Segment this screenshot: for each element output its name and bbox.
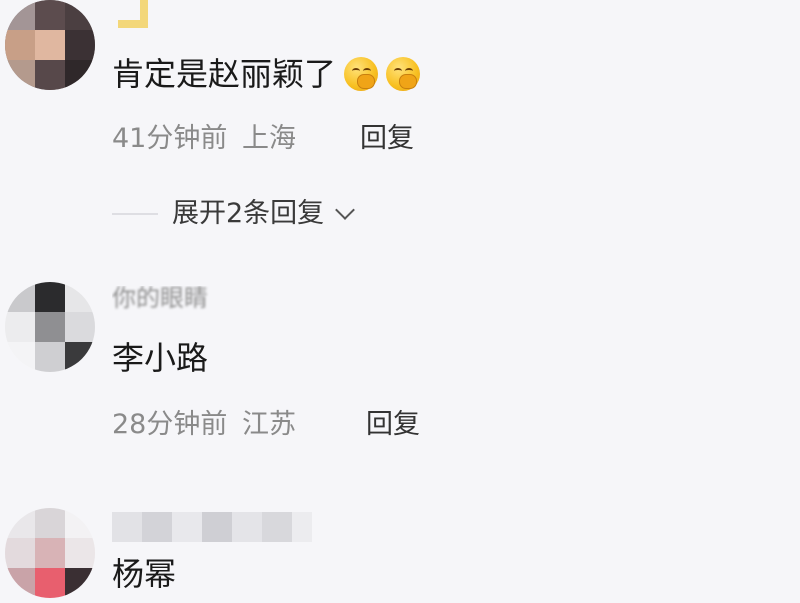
reply-button[interactable]: 回复 (366, 408, 420, 442)
comment-item: 杨幂 (0, 508, 800, 603)
expand-replies-button[interactable]: 展开2条回复 (112, 197, 356, 231)
comment-text: 杨幂 (112, 555, 177, 593)
face-with-hand-over-mouth-emoji-icon (386, 57, 421, 91)
comment-text: 李小路 (112, 339, 209, 377)
divider-line (112, 213, 158, 215)
reply-button[interactable]: 回复 (360, 122, 414, 156)
face-with-hand-over-mouth-emoji-icon (344, 57, 379, 91)
comment-location: 上海 (241, 123, 296, 154)
avatar[interactable] (5, 282, 95, 372)
expand-replies-label: 展开2条回复 (172, 198, 325, 229)
username-blurred[interactable] (112, 512, 312, 542)
comment-item: 肯定是赵丽颖了 41分钟前 上海 回复 展开2条回复 (0, 0, 800, 260)
comment-text: 肯定是赵丽颖了 (112, 54, 421, 94)
username-text: 你的眼睛 (112, 286, 208, 312)
comment-time: 41分钟前 (112, 123, 228, 154)
username-fragment (118, 0, 152, 30)
comment-time: 28分钟前 (112, 409, 228, 440)
chevron-down-icon (335, 200, 356, 220)
username-blurred[interactable]: 你的眼睛 (112, 286, 262, 316)
comment-location: 江苏 (241, 409, 296, 440)
comment-meta: 28分钟前 江苏 (112, 408, 296, 442)
comment-meta: 41分钟前 上海 (112, 122, 296, 156)
avatar[interactable] (5, 508, 95, 598)
comment-text-content: 肯定是赵丽颖了 (112, 55, 337, 93)
comment-item: 你的眼睛 李小路 28分钟前 江苏 回复 (0, 282, 800, 462)
avatar[interactable] (5, 0, 95, 90)
